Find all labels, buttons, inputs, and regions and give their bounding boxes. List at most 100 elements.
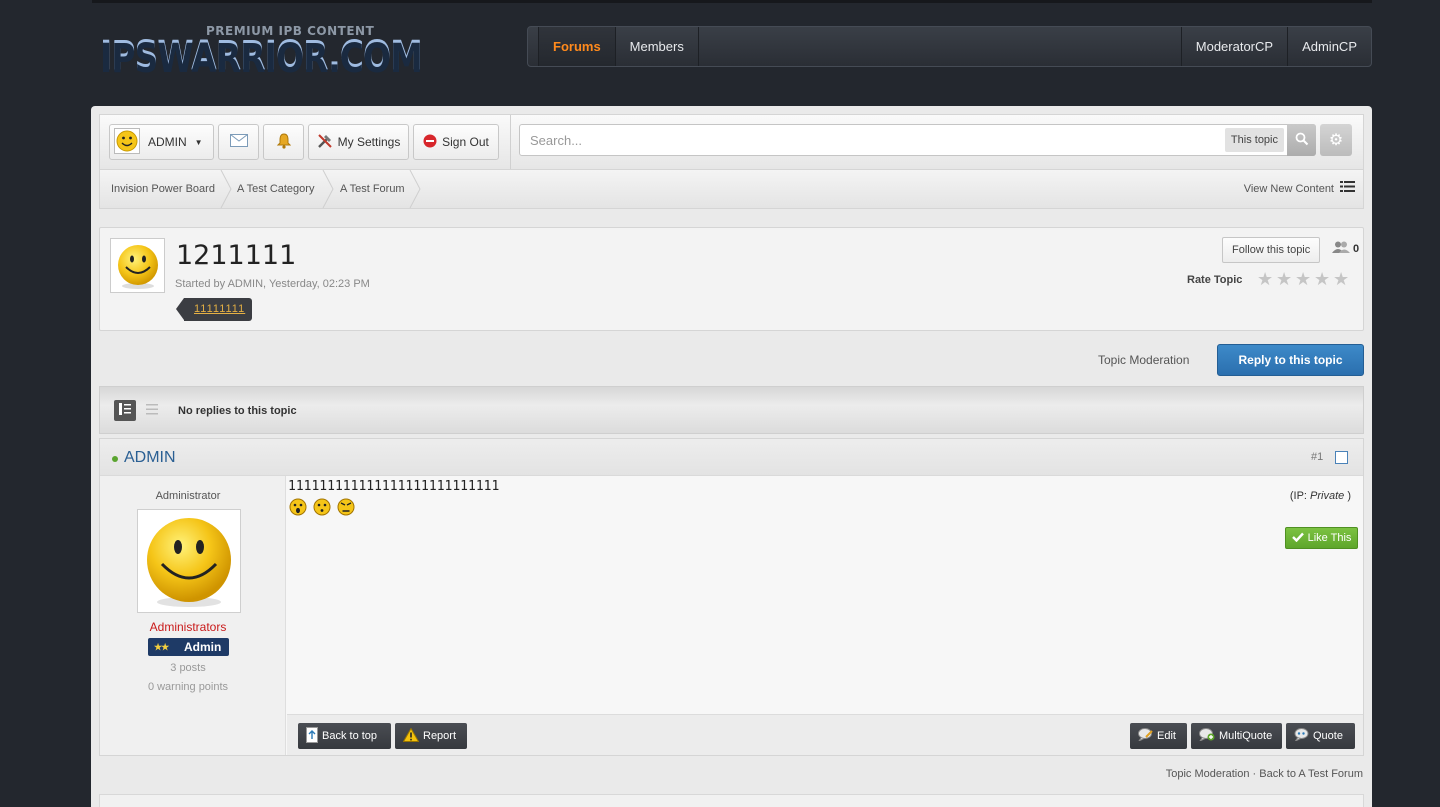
site-logo[interactable]: PREMIUM IPB CONTENT IPSWARRIOR.COM xyxy=(100,24,423,80)
star-icon[interactable]: ★ xyxy=(1295,271,1313,289)
outline-mode-button[interactable] xyxy=(141,400,163,421)
back-to-forum-link[interactable]: Back to A Test Forum xyxy=(1259,768,1363,780)
standard-mode-button[interactable] xyxy=(114,400,136,421)
multiquote-bubble-icon xyxy=(1198,728,1215,744)
quote-label: Quote xyxy=(1313,730,1343,742)
like-button[interactable]: Like This xyxy=(1285,527,1358,549)
multiquote-button[interactable]: MultiQuote xyxy=(1191,723,1282,749)
author-group: Administrators xyxy=(149,620,227,634)
breadcrumb-separator xyxy=(322,170,334,208)
author-rank-badge: ★★ Admin xyxy=(148,638,229,656)
surprised-emoticon-icon xyxy=(289,498,307,519)
breadcrumb-separator xyxy=(409,170,421,208)
nav-members[interactable]: Members xyxy=(616,27,699,66)
report-label: Report xyxy=(423,730,457,742)
post-author-name[interactable]: ADMIN xyxy=(124,449,176,467)
search-scope[interactable]: This topic xyxy=(1224,128,1284,152)
rank-stars-icon: ★★ xyxy=(154,641,169,652)
star-icon[interactable]: ★ xyxy=(1257,271,1275,289)
search-input[interactable] xyxy=(520,125,1220,155)
logo-name: IPSWARRIOR.COM xyxy=(100,34,423,80)
angry-emoticon-icon xyxy=(337,498,355,519)
no-replies-text: No replies to this topic xyxy=(178,405,297,417)
breadcrumb-category[interactable]: A Test Category xyxy=(237,170,314,208)
notifications-button[interactable] xyxy=(263,124,304,160)
star-icon[interactable]: ★ xyxy=(1333,271,1351,289)
top-border xyxy=(92,0,1372,3)
edit-button[interactable]: Edit xyxy=(1130,723,1187,749)
sign-out-button[interactable]: Sign Out xyxy=(413,124,499,160)
author-warning-points: 0 warning points xyxy=(147,681,229,693)
back-to-top-button[interactable]: Back to top xyxy=(298,723,391,749)
tools-icon xyxy=(317,133,333,152)
quote-button[interactable]: Quote xyxy=(1286,723,1355,749)
bell-icon xyxy=(276,132,291,152)
nav-forums[interactable]: Forums xyxy=(538,27,616,66)
bottom-topic-moderation-link[interactable]: Topic Moderation xyxy=(1166,768,1250,780)
nav-moderatorcp[interactable]: ModeratorCP xyxy=(1182,27,1289,66)
content-wrapper: ADMIN ▼ My Settings Sign Out Search... T… xyxy=(91,106,1372,807)
search-button[interactable] xyxy=(1287,124,1316,156)
follow-topic-button[interactable]: Follow this topic xyxy=(1222,237,1321,263)
topic-starter-avatar[interactable] xyxy=(110,238,165,293)
stop-icon xyxy=(423,134,437,151)
author-photo[interactable] xyxy=(137,509,241,613)
follower-count-value: 0 xyxy=(1353,242,1360,255)
topic-title: 1211111 xyxy=(176,240,297,271)
quote-bubble-icon xyxy=(1294,728,1309,744)
topic-meta: Started by ADMIN, Yesterday, 02:23 PM xyxy=(175,278,370,290)
back-to-top-label: Back to top xyxy=(322,730,378,742)
userbar-divider xyxy=(510,115,511,169)
breadcrumb-separator xyxy=(220,170,232,208)
post-select-checkbox[interactable] xyxy=(1335,451,1348,464)
checkmark-icon xyxy=(1291,532,1304,545)
follower-count[interactable]: 0 xyxy=(1332,241,1359,256)
star-icon[interactable]: ★ xyxy=(1314,271,1332,289)
users-icon xyxy=(1332,241,1350,256)
post-body: 111111111111111111111111111 (IP: Private… xyxy=(287,476,1363,714)
my-settings-button[interactable]: My Settings xyxy=(308,124,409,160)
envelope-icon xyxy=(229,134,248,150)
breadcrumb-board[interactable]: Invision Power Board xyxy=(111,170,215,208)
reply-button[interactable]: Reply to this topic xyxy=(1217,344,1364,376)
messages-button[interactable] xyxy=(218,124,259,160)
multiquote-label: MultiQuote xyxy=(1219,730,1273,742)
ip-prefix: (IP: xyxy=(1289,490,1311,502)
breadcrumb-forum[interactable]: A Test Forum xyxy=(340,170,405,208)
topic-header: 1211111 Started by ADMIN, Yesterday, 02:… xyxy=(99,227,1364,331)
rating-stars: ★ ★ ★ ★ ★ xyxy=(1257,271,1351,289)
online-status-icon xyxy=(112,456,118,462)
breadcrumb: Invision Power Board A Test Category A T… xyxy=(99,170,1364,209)
author-info: Administrator Administrators ★★ Admin 3 … xyxy=(100,476,286,755)
chevron-down-icon: ▼ xyxy=(194,137,203,147)
post-header: ADMIN #1 xyxy=(100,439,1363,476)
post-emoticons xyxy=(289,498,355,519)
topic-mode-bar: No replies to this topic xyxy=(99,386,1364,434)
bottom-links: Topic Moderation · Back to A Test Forum xyxy=(1166,768,1363,780)
confused-emoticon-icon xyxy=(313,498,331,519)
author-post-count: 3 posts xyxy=(170,662,206,674)
post-number[interactable]: #1 xyxy=(1311,451,1323,463)
sign-out-label: Sign Out xyxy=(442,135,489,149)
my-settings-label: My Settings xyxy=(337,135,401,149)
ip-suffix: ) xyxy=(1344,490,1351,502)
star-icon[interactable]: ★ xyxy=(1276,271,1294,289)
user-bar: ADMIN ▼ My Settings Sign Out Search... T… xyxy=(99,114,1364,170)
post: ADMIN #1 Administrator Administrators ★★… xyxy=(99,438,1364,756)
warning-icon xyxy=(402,726,420,745)
user-menu-button[interactable]: ADMIN ▼ xyxy=(109,124,214,160)
nav-spacer xyxy=(699,27,1182,66)
nav-admincp[interactable]: AdminCP xyxy=(1288,27,1371,66)
post-controls: Back to top Report Edit MultiQuote Quote xyxy=(287,714,1363,755)
view-new-content-link[interactable]: View New Content xyxy=(1244,170,1355,208)
post-ip: (IP: Private ) xyxy=(1290,490,1351,502)
search-icon xyxy=(1295,132,1309,149)
outline-view-icon xyxy=(146,403,158,418)
search-options-button[interactable]: ⚙ xyxy=(1320,124,1352,156)
link-separator: · xyxy=(1249,768,1260,780)
report-button[interactable]: Report xyxy=(395,723,467,749)
topic-moderation-link[interactable]: Topic Moderation xyxy=(1098,353,1189,367)
rate-topic-label: Rate Topic xyxy=(1187,274,1243,286)
topic-tag[interactable]: 11111111 xyxy=(175,298,253,321)
user-avatar xyxy=(114,127,140,157)
